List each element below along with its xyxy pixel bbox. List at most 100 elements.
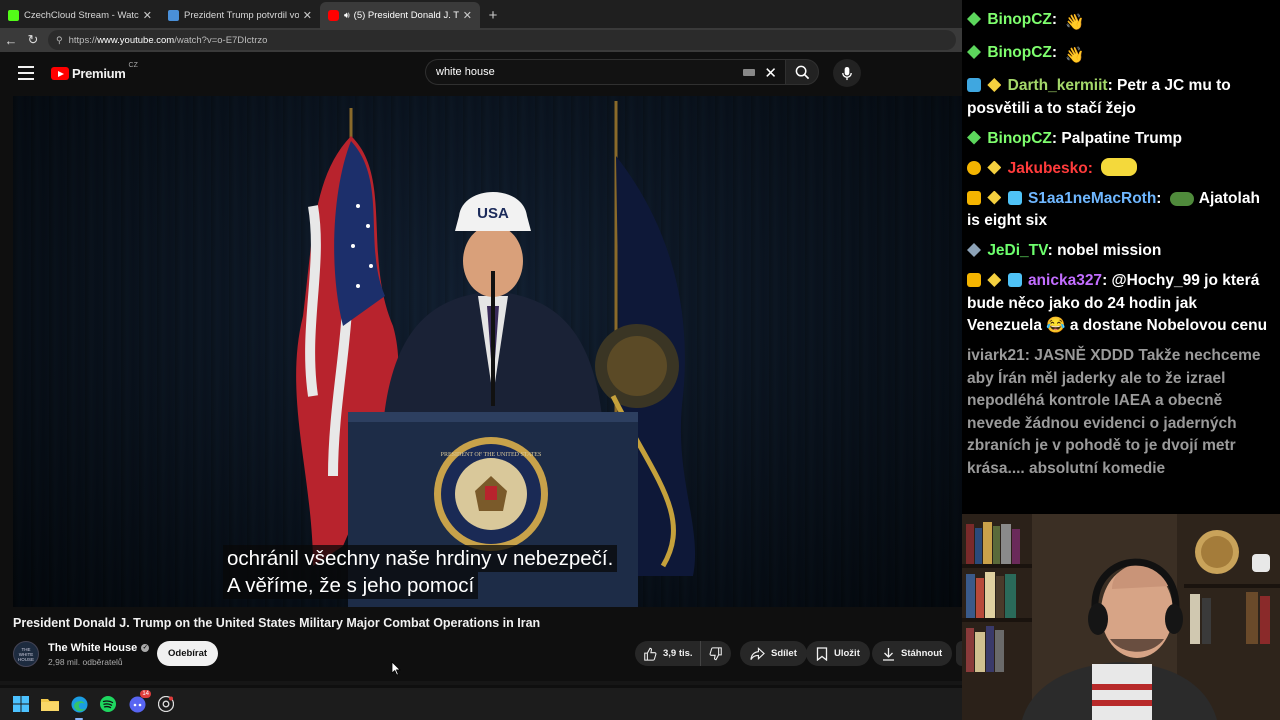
share-label: Sdílet [771,648,797,659]
blue-badge-icon [967,78,981,92]
channel-name-link[interactable]: The White House ✓ [48,642,150,654]
windows-start-icon[interactable] [10,693,32,715]
save-button[interactable]: Uložit [806,641,870,666]
download-button[interactable]: Stáhnout [872,641,953,666]
windows-taskbar: 14 [0,688,962,720]
youtube-play-icon [51,67,69,80]
menu-icon[interactable] [18,66,34,80]
youtube-premium-logo[interactable]: Premium CZ [51,62,138,81]
minion-emote-icon [1101,157,1138,176]
desktop: CzechCloud Stream - Watch Live o ✕ Prezi… [0,0,1280,720]
discord-badge: 14 [140,690,151,698]
wave-emote-icon: 👋 [1065,14,1085,31]
subscribe-button[interactable]: Odebírat [157,641,219,666]
close-tab-icon[interactable]: ✕ [463,9,472,22]
reload-icon[interactable]: ↻ [22,29,44,51]
site-info-icon[interactable]: ⚲ [56,35,63,46]
chat-username[interactable]: JeDi_TV [987,242,1047,259]
share-button[interactable]: Sdílet [740,641,807,666]
like-button[interactable]: 3,9 tis. [635,641,701,666]
news-favicon-icon [168,9,179,21]
youtube-header: Premium CZ white house ✕ [0,52,962,96]
chat-message: Darth_kermiit: Petr a JC mu to posvětili… [967,77,1231,117]
crown-badge-icon [967,273,981,287]
subscriber-count: 2,98 mil. odběratelů [48,657,123,667]
chat-message: iviark21: JASNĚ XDDD Takže nechceme aby … [967,347,1261,477]
sub-badge-icon [987,160,1002,175]
share-icon [750,646,765,660]
channel-name: The White House [48,642,138,654]
save-label: Uložit [834,648,860,659]
gift-badge-icon [967,160,981,175]
chat-text: JASNĚ XDDD Takže nechceme aby Írán měl j… [967,347,1261,477]
verified-icon: ✓ [141,644,150,652]
search-value: white house [436,66,495,78]
like-dislike-group: 3,9 tis. [635,641,731,666]
dislike-button[interactable] [701,641,731,666]
video-title: President Donald J. Trump on the United … [13,616,541,630]
microphone-icon [842,66,852,80]
crown-badge-icon [967,190,981,205]
close-tab-icon[interactable]: ✕ [303,9,312,22]
tab-title: Prezident Trump potvrdil vojensky [184,9,299,21]
like-count: 3,9 tis. [663,648,693,659]
bookmark-icon [816,646,828,661]
logo-region: CZ [128,62,138,69]
chat-message: Jakubesko: [967,157,1280,181]
edge-browser-icon[interactable] [68,693,90,720]
browser-tab-bar: CzechCloud Stream - Watch Live o ✕ Prezi… [0,0,962,28]
channel-avatar[interactable]: THE WHITE HOUSE [13,641,39,667]
new-tab-button[interactable]: + [480,2,506,28]
video-player[interactable]: USA PRESIDENT OF THE UNITED STATES ochrá… [13,96,962,607]
chat-username[interactable]: anicka327 [1028,272,1102,289]
kick-favicon-icon [8,9,19,21]
chat-username[interactable]: BinopCZ [987,11,1052,28]
file-explorer-icon[interactable] [39,693,61,715]
speaker-icon[interactable]: 🔊︎ [344,10,350,21]
sub-badge-icon [987,78,1002,92]
chat-username[interactable]: BinopCZ [987,44,1052,61]
chat-message: BinopCZ: 👋 [967,42,1280,68]
back-arrow-icon[interactable]: ← [0,29,22,51]
chat-username[interactable]: BinopCZ [987,130,1052,147]
spotify-icon[interactable] [97,693,119,715]
address-bar[interactable]: ⚲ https://www.youtube.com/watch?v=o-E7DI… [48,30,956,50]
url-path: /watch?v=o-E7DIctrzo [174,34,268,46]
keyboard-icon[interactable] [743,69,755,76]
download-icon [883,647,894,661]
discord-icon[interactable]: 14 [126,690,151,715]
chat-message: anicka327: @Hochy_99 jo která bude něco … [967,272,1268,334]
stream-chat-panel: BinopCZ: 👋 BinopCZ: 👋 Darth_kermiit: Pet… [962,0,1280,514]
browser-tab-youtube[interactable]: 🔊︎ (5) President Donald J. Trump ✕ [320,2,480,28]
url-prefix: https:// [68,34,98,46]
browser-tab-czechcloud[interactable]: CzechCloud Stream - Watch Live o ✕ [0,2,160,28]
close-tab-icon[interactable]: ✕ [143,9,152,22]
browser-address-row: ← ↻ ⚲ https://www.youtube.com/watch?v=o-… [0,28,962,52]
search-button[interactable] [785,59,819,85]
search-input[interactable]: white house ✕ [425,59,785,85]
chat-message: JeDi_TV: nobel mission [967,240,1280,263]
clear-search-icon[interactable]: ✕ [764,64,777,82]
thumbs-down-icon [709,646,722,660]
chat-username[interactable]: S1aa1neMacRoth [1028,190,1156,207]
search-icon [795,65,809,79]
caption-line-1: ochránil všechny naše hrdiny v nebezpečí… [223,545,618,572]
browser-tab-prezident[interactable]: Prezident Trump potvrdil vojensky ✕ [160,2,320,28]
sub-badge-icon [987,190,1002,205]
pepe-emote-icon [1169,191,1194,206]
download-label: Stáhnout [901,648,943,659]
caption-line-2: A věříme, že s jeho pomocí [223,572,479,599]
gem-badge-icon [1007,190,1022,205]
url-host: www.youtube.com [97,34,175,46]
voice-search-button[interactable] [833,59,861,87]
chat-username[interactable]: iviark21 [967,347,1025,364]
sub-badge-icon [967,45,981,59]
podium-seal-text: PRESIDENT OF THE UNITED STATES [441,452,542,458]
wave-emote-icon: 👋 [1065,47,1085,64]
chat-username[interactable]: Jakubesko [1008,160,1088,177]
chat-text: nobel mission [1057,242,1162,259]
chrome-icon[interactable] [155,693,177,715]
chat-username[interactable]: Darth_kermiit [1008,77,1108,94]
chat-message: BinopCZ: 👋 [967,9,1280,35]
moderator-badge-icon [967,243,981,257]
